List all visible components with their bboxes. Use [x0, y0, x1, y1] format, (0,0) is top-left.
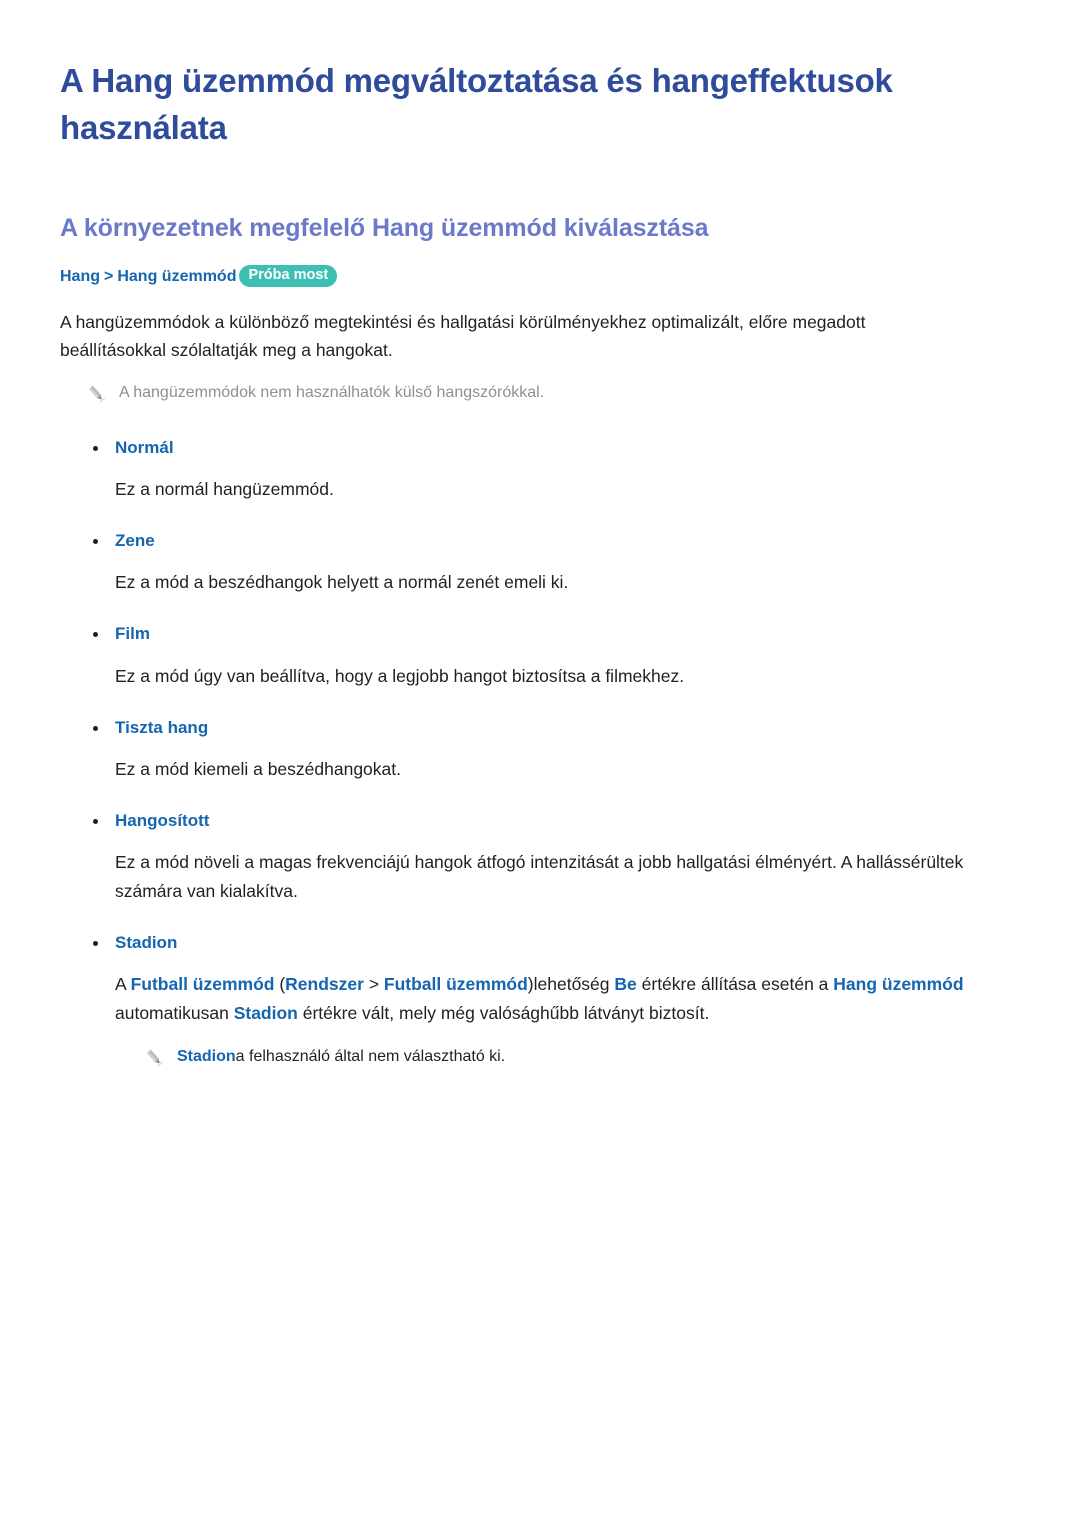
inline-setting-term: Hang üzemmód — [833, 974, 964, 995]
list-item: Normál Ez a normál hangüzemmód. — [60, 437, 1020, 503]
mode-description-normal: Ez a normál hangüzemmód. — [115, 478, 334, 499]
breadcrumb: Hang > Hang üzemmód Próba most — [60, 265, 1020, 288]
mode-label-hangositott: Hangosított — [60, 810, 1020, 832]
inline-text: > — [363, 974, 384, 995]
bullet-icon — [93, 632, 98, 638]
try-now-badge[interactable]: Próba most — [239, 265, 338, 287]
inline-setting-term: Stadion — [177, 1047, 236, 1065]
list-item: Stadion A Futball üzemmód (Rendszer > Fu… — [60, 932, 1020, 1069]
mode-label-normal: Normál — [60, 437, 1020, 459]
list-item: Hangosított Ez a mód növeli a magas frek… — [60, 810, 1020, 905]
mode-label-text: Stadion — [115, 933, 178, 953]
inline-text: )lehetőség — [527, 974, 615, 995]
stadion-note-text: Stadiona felhasználó által nem választha… — [177, 1045, 505, 1069]
intro-note: A hangüzemmódok nem használhatók külső h… — [60, 381, 1020, 405]
breadcrumb-item-hang-uzemmod[interactable]: Hang üzemmód — [117, 267, 236, 286]
inline-text: a felhasználó által nem választható ki. — [235, 1047, 506, 1065]
mode-label-stadion: Stadion — [60, 932, 1020, 954]
breadcrumb-item-hang[interactable]: Hang — [60, 267, 100, 286]
intro-paragraph: A hangüzemmódok a különböző megtekintési… — [60, 311, 866, 361]
bullet-icon — [93, 941, 98, 947]
document-page: A Hang üzemmód megváltoztatása és hangef… — [0, 0, 1080, 1527]
mode-description-tiszta-hang: Ez a mód kiemeli a beszédhangokat. — [115, 758, 401, 779]
sound-mode-list: Normál Ez a normál hangüzemmód. Zene Ez … — [60, 437, 1020, 1069]
mode-label-text: Normál — [115, 437, 174, 457]
list-item: Zene Ez a mód a beszédhangok helyett a n… — [60, 530, 1020, 596]
mode-label-zene: Zene — [60, 530, 1020, 552]
bullet-icon — [93, 725, 98, 731]
breadcrumb-separator: > — [104, 268, 114, 286]
page-title: A Hang üzemmód megváltoztatása és hangef… — [60, 62, 893, 146]
inline-setting-term: Be — [614, 974, 637, 995]
inline-setting-term: Stadion — [233, 1002, 298, 1023]
intro-note-text: A hangüzemmódok nem használhatók külső h… — [119, 383, 545, 401]
mode-label-text: Hangosított — [115, 811, 210, 831]
inline-text: A — [115, 974, 131, 995]
inline-text: értékre állítása esetén a — [636, 974, 834, 995]
mode-label-film: Film — [60, 623, 1020, 645]
mode-description-zene: Ez a mód a beszédhangok helyett a normál… — [115, 572, 569, 593]
mode-label-tiszta-hang: Tiszta hang — [60, 717, 1020, 739]
section-heading: A környezetnek megfelelő Hang üzemmód ki… — [60, 213, 709, 242]
list-item: Film Ez a mód úgy van beállítva, hogy a … — [60, 623, 1020, 689]
stadion-note: Stadiona felhasználó által nem választha… — [143, 1045, 1020, 1069]
mode-label-text: Film — [115, 624, 150, 644]
mode-label-text: Zene — [115, 531, 155, 551]
mode-description-stadion: A Futball üzemmód (Rendszer > Futball üz… — [60, 970, 1020, 1027]
bullet-icon — [93, 819, 98, 825]
inline-text: ( — [274, 974, 286, 995]
pencil-icon — [85, 383, 107, 405]
bullet-icon — [93, 445, 98, 451]
pencil-icon — [143, 1047, 165, 1069]
mode-description-hangositott: Ez a mód növeli a magas frekvenciájú han… — [115, 852, 964, 901]
list-item: Tiszta hang Ez a mód kiemeli a beszédhan… — [60, 717, 1020, 783]
bullet-icon — [93, 539, 98, 545]
inline-text: értékre vált, mely még valósághűbb látvá… — [297, 1002, 710, 1023]
inline-setting-term: Rendszer — [285, 974, 364, 995]
mode-description-film: Ez a mód úgy van beállítva, hogy a legjo… — [115, 665, 685, 686]
inline-setting-term: Futball üzemmód — [130, 974, 275, 995]
inline-setting-term: Futball üzemmód — [383, 974, 528, 995]
mode-label-text: Tiszta hang — [115, 717, 209, 737]
inline-text: automatikusan — [115, 1002, 234, 1023]
